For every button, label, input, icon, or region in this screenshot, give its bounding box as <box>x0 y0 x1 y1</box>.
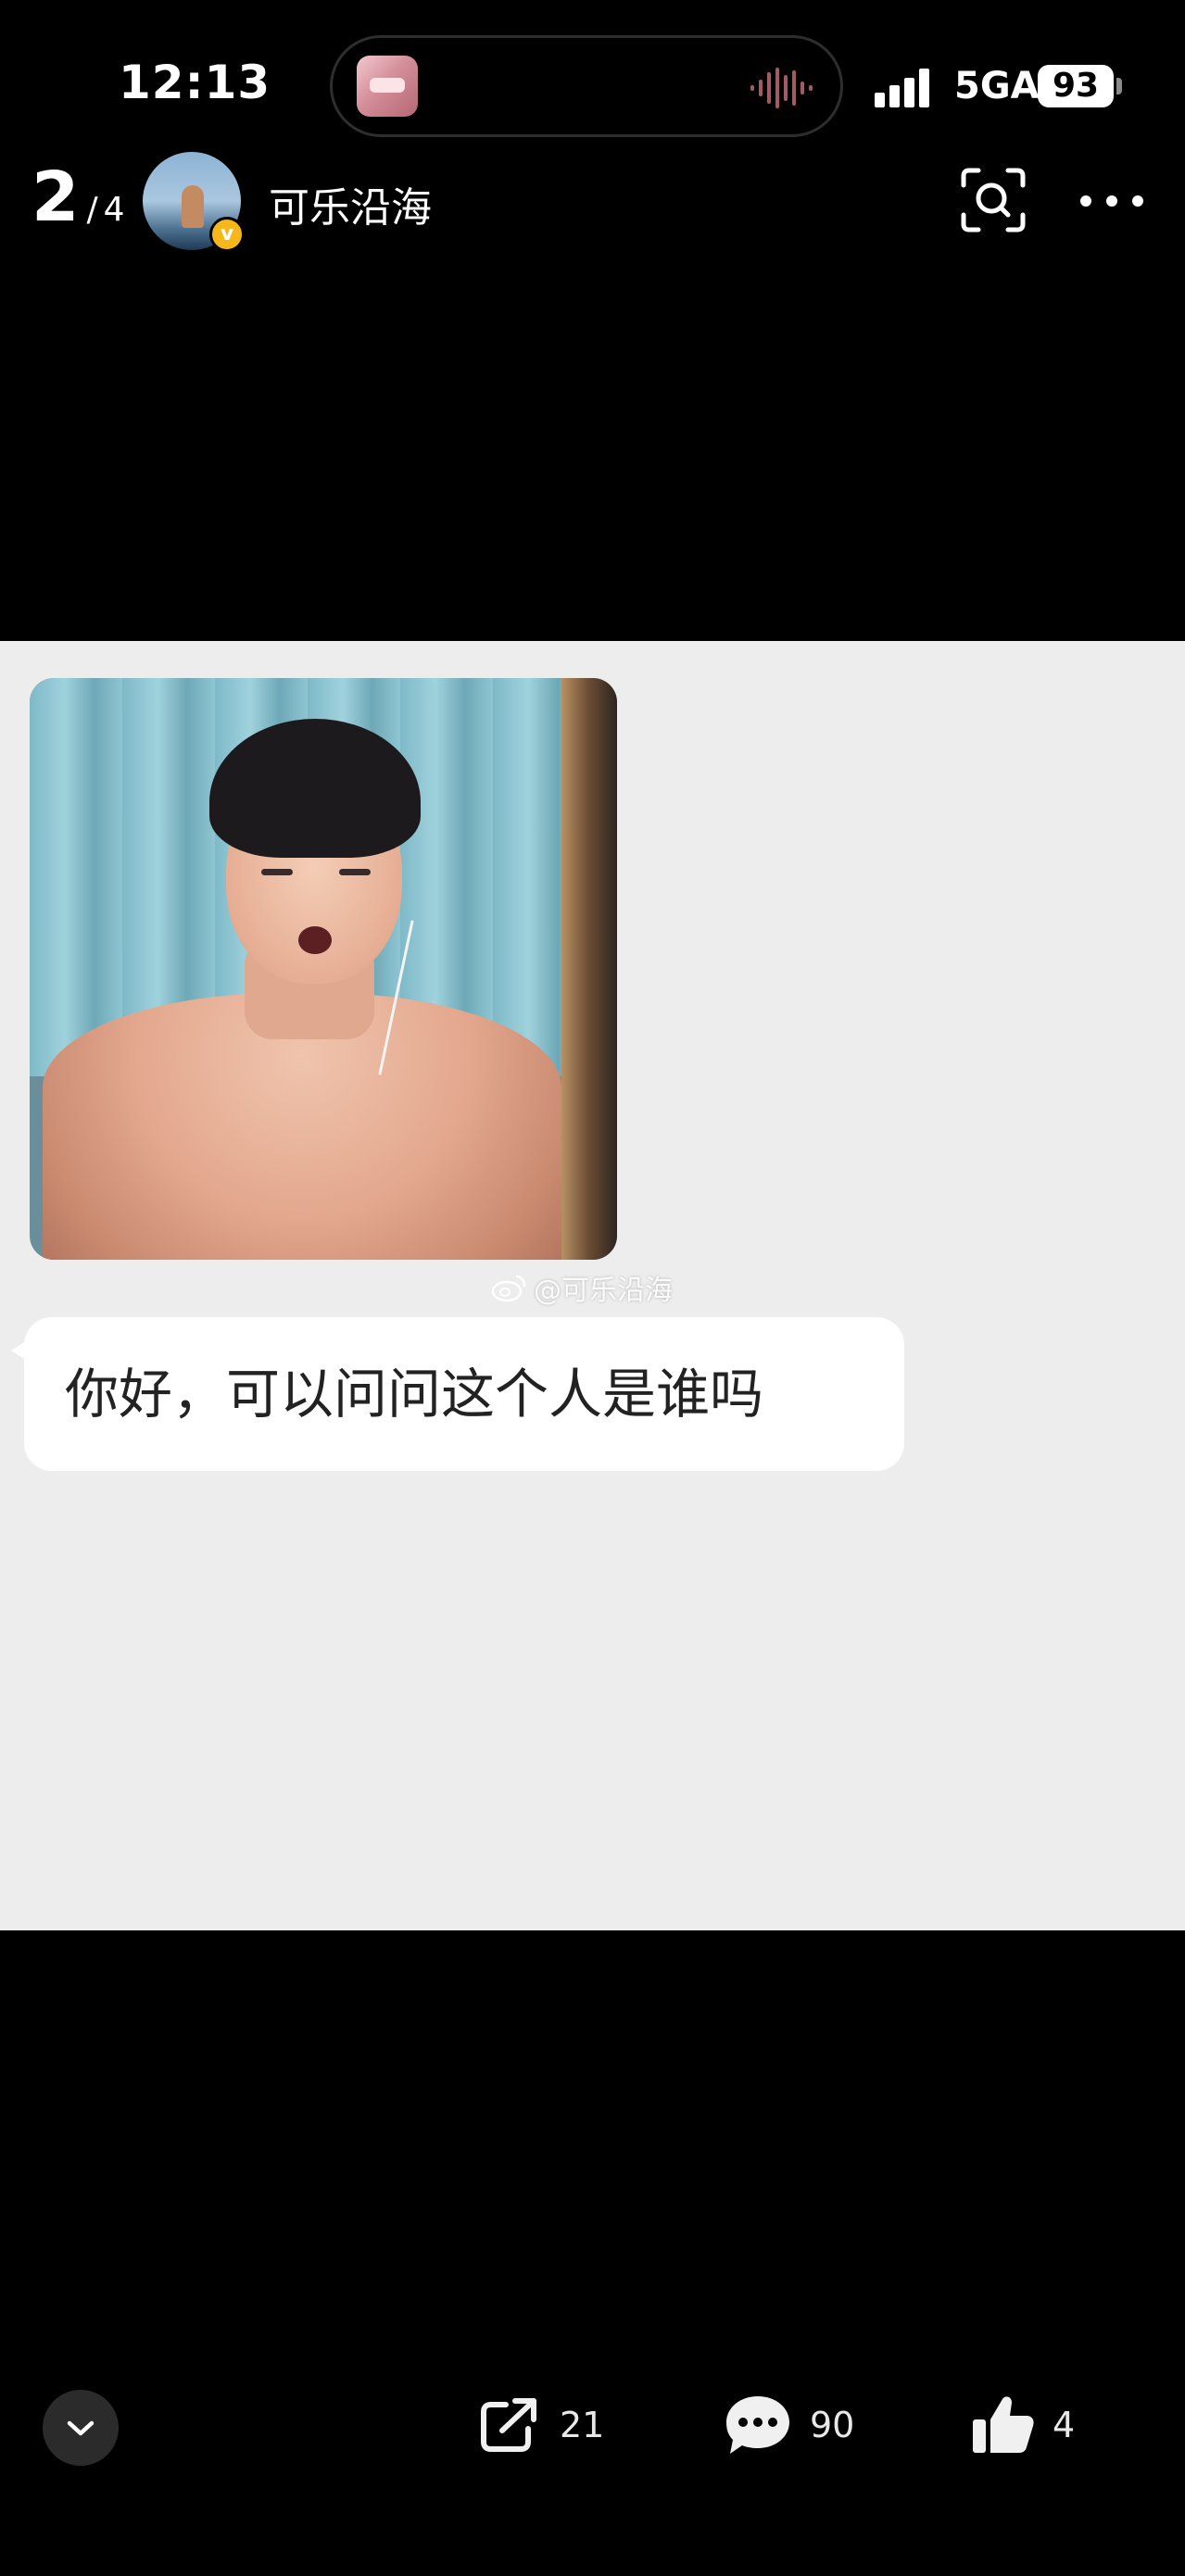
page-current: 2 <box>32 157 80 237</box>
page-total: 4 <box>103 191 125 229</box>
chat-photo[interactable] <box>30 678 617 1260</box>
battery-tip <box>1116 78 1122 94</box>
signal-icon <box>875 67 929 107</box>
now-playing-thumbnail <box>357 56 418 117</box>
comment-count: 90 <box>810 2405 855 2445</box>
share-count: 21 <box>560 2405 605 2445</box>
watermark-text: @可乐沿海 <box>534 1275 673 1307</box>
post-image[interactable]: @可乐沿海 你好，可以问问这个人是谁吗 <box>0 641 1185 1930</box>
more-icon <box>1080 195 1143 207</box>
username[interactable]: 可乐沿海 <box>269 174 432 233</box>
verified-badge: v <box>209 217 245 252</box>
comment-icon <box>726 2396 789 2454</box>
scan-button[interactable] <box>960 167 1027 233</box>
weibo-icon <box>491 1275 526 1302</box>
like-button[interactable]: 4 <box>971 2388 1075 2462</box>
battery-icon: 93 <box>1038 65 1114 107</box>
network-type: 5GA <box>954 65 1040 107</box>
page-indicator: 2/4 <box>32 157 125 237</box>
share-icon <box>481 2398 536 2452</box>
status-time: 12:13 <box>119 56 271 109</box>
like-count: 4 <box>1053 2405 1076 2445</box>
watermark: @可乐沿海 <box>491 1267 673 1308</box>
comment-button[interactable]: 90 <box>723 2388 854 2462</box>
scan-icon <box>961 168 1026 232</box>
more-button[interactable] <box>1077 185 1147 217</box>
like-icon <box>973 2396 1034 2453</box>
photo-eye-left <box>261 869 293 875</box>
share-button[interactable]: 21 <box>478 2388 604 2462</box>
photo-mouth <box>298 926 332 954</box>
dynamic-island[interactable] <box>330 35 843 137</box>
chat-message-bubble: 你好，可以问问这个人是谁吗 <box>24 1317 904 1471</box>
collapse-button[interactable] <box>43 2390 119 2466</box>
page-separator: / <box>86 191 98 229</box>
photo-eye-right <box>339 869 371 875</box>
chevron-down-icon <box>67 2420 95 2436</box>
audio-waveform-icon <box>750 68 813 108</box>
photo-door-frame <box>561 678 617 1260</box>
